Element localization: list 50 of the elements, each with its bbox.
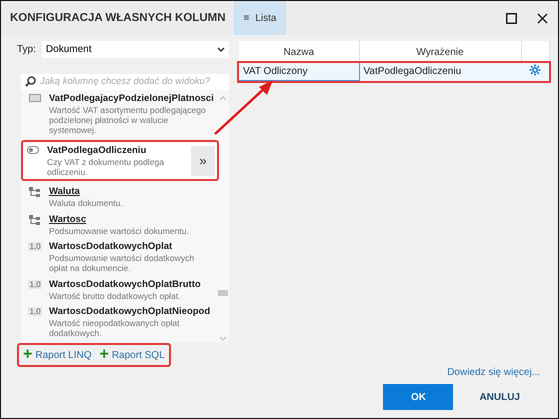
scrollbar-thumb[interactable] — [218, 290, 228, 296]
column-name: Wartosc — [49, 212, 88, 226]
add-report-button[interactable]: + Raport LINQ — [23, 348, 92, 362]
column-list-item[interactable]: Waluta Waluta dokumentu. — [23, 183, 217, 211]
column-list-item[interactable]: Wartosc Podsumowanie wartości dokumentu. — [23, 210, 217, 238]
hierarchy-icon — [29, 187, 41, 198]
column-description: Wartość brutto dodatkowych opłat. — [49, 290, 182, 301]
type-badge: 1,0 — [28, 306, 42, 316]
table-cell[interactable]: VAT Odliczony — [239, 63, 359, 80]
column-name: WartoscDodatkowychOplatNieopod — [49, 304, 212, 318]
type-badge: 1,0 — [28, 280, 42, 288]
hierarchy-icon — [29, 214, 41, 226]
chevron-down-icon — [217, 47, 225, 52]
column-header: Wyrażenie — [359, 41, 521, 63]
column-name: Waluta — [49, 185, 81, 198]
maximize-icon[interactable] — [506, 12, 517, 24]
column-description: Wartość VAT asortymentu podlegającego podzielonej płatności w walucie systemowej. — [49, 104, 207, 136]
ok-button[interactable]: OK — [383, 384, 454, 410]
column-list-item[interactable]: 1,0 WartoscDodatkowychOplat Podsumowanie wartości dodatkowych opłat na dokumencie. — [23, 238, 217, 276]
search-field[interactable]: Jaką kolumnę chcesz dodać do widoku? — [21, 74, 229, 90]
column-name: WartoscDodatkowychOplat — [49, 240, 174, 253]
cancel-button[interactable]: ANULUJ — [473, 384, 526, 410]
column-name: VatPodlegajacyPodzielonejPlatnosci — [49, 92, 213, 105]
column-list-item[interactable]: 1,0 WartoscDodatkowychOplatNieopod Wartość nieopodatkowanych opłat dodatkowych. — [23, 302, 217, 340]
column-list-item[interactable]: VatPodlegajacyPodzielonejPlatnosci Wartość VAT asortymentu podlegającego podzielonej płatności w walucie systemowej. — [23, 90, 217, 138]
learn-more-link[interactable]: Dowiedz się więcej... — [447, 367, 540, 378]
table-cell[interactable]: VatPodlegaOdliczeniu — [359, 63, 521, 80]
close-icon[interactable] — [537, 12, 548, 24]
column-description: Podsumowanie wartości dodatkowych opłat na dokumencie. — [49, 252, 196, 274]
list-view-button[interactable]: ≡ Lista — [234, 1, 286, 35]
column-header: Nazwa — [239, 41, 359, 63]
column-name: VatPodlegaOdliczeniu — [47, 144, 148, 157]
column-list-item[interactable]: 1,0 WartoscDodatkowychOplatBrutto Wartość brutto dodatkowych opłat. — [23, 276, 217, 303]
add-report-button[interactable]: + Raport SQL — [99, 348, 165, 362]
column-name: WartoscDodatkowychOplatBrutto — [49, 278, 202, 290]
column-description: Podsumowanie wartości dokumentu. — [49, 226, 190, 236]
window-title: KONFIGURACJA WŁASNYCH KOLUMN — [9, 12, 226, 24]
column-description: Waluta dokumentu. — [49, 198, 124, 209]
type-label: Typ: — [17, 44, 36, 55]
column-description: Czy VAT z dokumentu podlega odliczeniu. — [47, 156, 166, 178]
add-column-button[interactable]: » — [191, 146, 215, 176]
type-badge: 1,0 — [28, 242, 42, 251]
settings-icon[interactable] — [529, 64, 541, 76]
toggle-icon — [27, 146, 39, 154]
column-list-item[interactable]: VatPodlegaOdliczeniu Czy VAT z dokumentu podlega odliczeniu. » — [21, 140, 219, 182]
table-row[interactable]: VAT Odliczony VatPodlegaOdliczeniu — [239, 63, 549, 80]
search-icon — [25, 76, 36, 88]
type-dropdown[interactable]: Dokument — [42, 41, 229, 58]
column-description: Wartość nieopodatkowanych opłat dodatkowych. — [49, 318, 181, 338]
field-icon — [29, 94, 41, 102]
